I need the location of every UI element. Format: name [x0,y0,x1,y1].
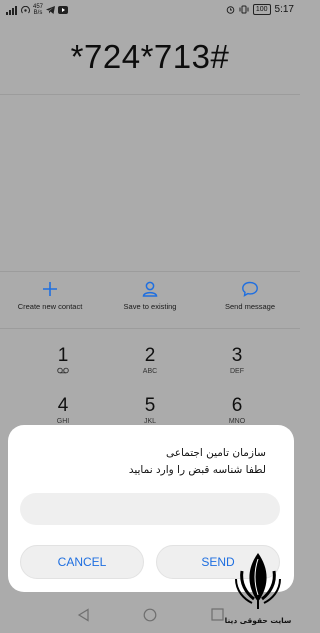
key-digit: 5 [144,395,156,416]
keypad-key-3[interactable]: 3 DEF [207,345,267,377]
create-new-contact-button[interactable]: Create new contact [0,280,100,311]
status-left: 457 B/s [6,4,69,16]
divider [0,271,300,272]
keypad-key-6[interactable]: 6 MNO [207,395,267,427]
key-letters: ABC [142,368,158,375]
watermark-text: سایت حقوقی دینا [224,616,292,625]
watermark-logo: سایت حقوقی دینا [222,549,294,627]
key-digit: 4 [57,395,69,416]
alarm-icon [226,6,235,14]
save-to-existing-button[interactable]: Save to existing [100,280,200,311]
network-speed: 457 B/s [33,4,43,16]
message-icon [242,281,258,297]
status-right: 100 5:17 [226,4,294,15]
send-message-label: Send message [224,302,276,311]
keypad-key-1[interactable]: 1 [33,345,93,378]
send-message-button[interactable]: Send message [200,280,300,311]
telegram-icon [46,6,56,14]
home-icon[interactable] [143,608,157,622]
dialog-message-line1: سازمان تامین اجتماعی [165,447,266,459]
vibrate-icon [239,5,249,14]
bill-id-input[interactable] [20,493,280,525]
status-bar: 457 B/s 100 5:17 [0,0,300,22]
key-digit: 3 [231,345,243,366]
battery-indicator: 100 [252,4,271,15]
plus-icon [43,282,57,296]
contact-actions: Create new contact Save to existing Send… [0,280,300,322]
status-time: 5:17 [274,4,294,15]
cancel-button[interactable]: CANCEL [20,545,144,579]
network-speed-unit: B/s [33,10,43,16]
dialog-message: سازمان تامین اجتماعی لطفا شناسه قبض را و… [129,445,266,479]
key-letters: DEF [230,368,244,375]
save-to-existing-label: Save to existing [123,302,177,311]
keypad-key-2[interactable]: 2 ABC [120,345,180,377]
youtube-icon [58,6,69,14]
hotspot-icon [21,5,30,13]
keypad-key-5[interactable]: 5 JKL [120,395,180,427]
keypad-key-4[interactable]: 4 GHI [33,395,93,427]
key-digit: 6 [231,395,243,416]
back-icon[interactable] [77,608,90,622]
dialog-message-line2: لطفا شناسه قبض را وارد نمایید [128,464,266,476]
signal-icon [6,5,17,15]
dialed-number[interactable]: *724*713# [0,38,300,76]
feather-pen-icon [235,553,281,609]
create-new-contact-label: Create new contact [17,302,83,311]
key-digit: 2 [144,345,156,366]
divider [0,328,300,329]
voicemail-icon [33,367,93,378]
divider [0,94,300,95]
person-icon [142,281,158,297]
key-digit: 1 [57,345,69,366]
